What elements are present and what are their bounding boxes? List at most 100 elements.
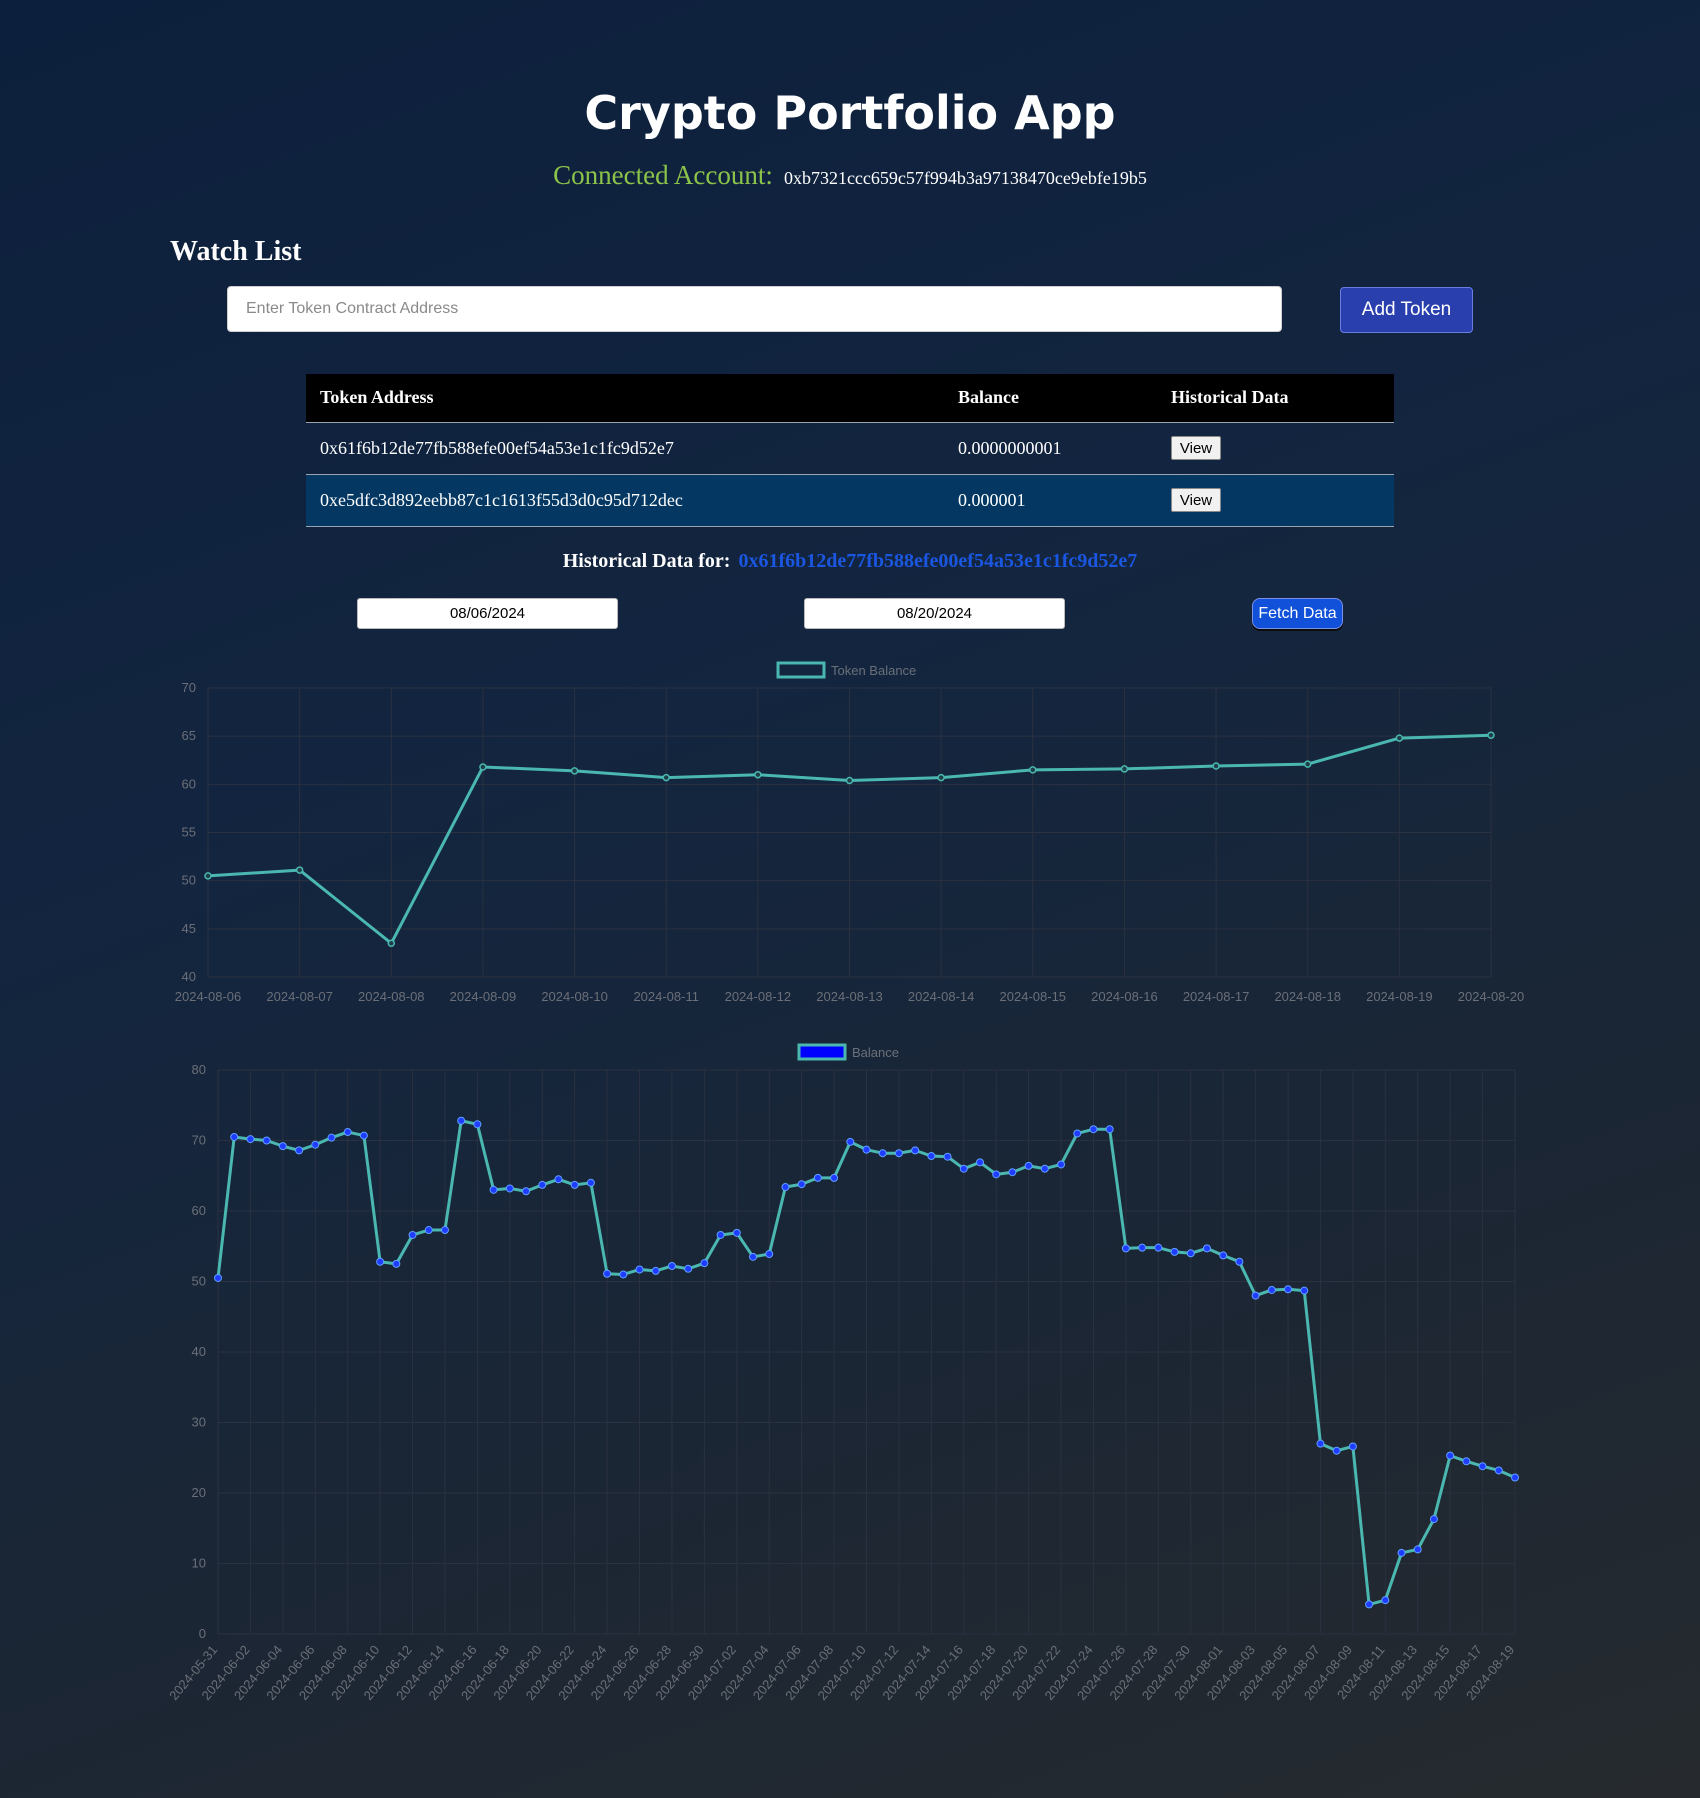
data-point[interactable]	[1381, 1596, 1390, 1605]
data-point[interactable]	[1154, 1243, 1163, 1252]
data-point[interactable]	[473, 1120, 482, 1129]
data-point[interactable]	[781, 1183, 790, 1192]
data-point[interactable]	[927, 1152, 936, 1161]
data-point[interactable]	[1186, 1249, 1195, 1258]
data-point[interactable]	[846, 1137, 855, 1146]
data-point[interactable]	[975, 1158, 984, 1167]
data-point[interactable]	[387, 939, 396, 948]
data-point[interactable]	[1462, 1457, 1471, 1466]
data-point[interactable]	[619, 1270, 628, 1279]
data-point[interactable]	[1251, 1291, 1260, 1300]
data-point[interactable]	[732, 1228, 741, 1237]
data-point[interactable]	[278, 1142, 287, 1151]
legend-swatch[interactable]	[797, 1043, 847, 1061]
data-point[interactable]	[1120, 765, 1129, 773]
data-point[interactable]	[1494, 1466, 1503, 1475]
data-point[interactable]	[1511, 1473, 1519, 1482]
data-point[interactable]	[214, 1273, 222, 1282]
data-point[interactable]	[1413, 1545, 1422, 1554]
data-point[interactable]	[1395, 734, 1404, 742]
data-point[interactable]	[1024, 1161, 1033, 1170]
data-point[interactable]	[1300, 1286, 1309, 1295]
data-point[interactable]	[943, 1152, 952, 1161]
data-point[interactable]	[262, 1136, 271, 1145]
data-point[interactable]	[1348, 1442, 1357, 1451]
data-point[interactable]	[754, 770, 762, 779]
data-point[interactable]	[1284, 1285, 1293, 1294]
data-point[interactable]	[376, 1257, 385, 1266]
data-point[interactable]	[1089, 1125, 1098, 1134]
data-point[interactable]	[489, 1185, 498, 1194]
data-point[interactable]	[684, 1264, 693, 1273]
data-point[interactable]	[359, 1131, 368, 1140]
data-point[interactable]	[1170, 1247, 1179, 1256]
data-point[interactable]	[246, 1135, 255, 1144]
data-point[interactable]	[959, 1164, 968, 1173]
data-point[interactable]	[392, 1259, 401, 1268]
data-point[interactable]	[327, 1133, 336, 1142]
view-button[interactable]: View	[1171, 488, 1221, 512]
data-point[interactable]	[603, 1269, 612, 1278]
data-point[interactable]	[538, 1180, 547, 1189]
legend-swatch[interactable]	[776, 661, 826, 679]
data-point[interactable]	[1121, 1244, 1130, 1253]
data-point[interactable]	[1029, 766, 1037, 774]
data-point[interactable]	[1478, 1462, 1487, 1471]
data-point[interactable]	[230, 1132, 239, 1141]
data-point[interactable]	[878, 1149, 887, 1158]
data-point[interactable]	[765, 1250, 774, 1259]
data-point[interactable]	[1487, 731, 1495, 739]
data-point[interactable]	[1073, 1129, 1082, 1138]
end-date-input[interactable]	[804, 598, 1065, 629]
data-point[interactable]	[570, 1180, 579, 1189]
data-point[interactable]	[716, 1230, 725, 1239]
data-point[interactable]	[797, 1180, 806, 1189]
data-point[interactable]	[479, 763, 487, 771]
data-point[interactable]	[749, 1252, 758, 1261]
data-point[interactable]	[1267, 1285, 1276, 1294]
data-point[interactable]	[1446, 1451, 1455, 1460]
data-point[interactable]	[1316, 1439, 1325, 1448]
data-point[interactable]	[554, 1175, 563, 1184]
data-point[interactable]	[894, 1149, 903, 1158]
data-point[interactable]	[586, 1178, 595, 1187]
data-point[interactable]	[1212, 762, 1220, 770]
data-point[interactable]	[440, 1226, 449, 1235]
token-address-input[interactable]	[227, 286, 1282, 332]
data-point[interactable]	[1105, 1125, 1114, 1134]
data-point[interactable]	[408, 1230, 417, 1239]
data-point[interactable]	[937, 773, 945, 782]
data-point[interactable]	[911, 1146, 920, 1155]
data-point[interactable]	[1202, 1244, 1211, 1253]
data-point[interactable]	[830, 1173, 839, 1182]
data-point[interactable]	[1057, 1160, 1066, 1169]
data-point[interactable]	[992, 1170, 1001, 1179]
data-point[interactable]	[1138, 1243, 1147, 1252]
data-point[interactable]	[1008, 1168, 1017, 1177]
data-point[interactable]	[457, 1116, 466, 1125]
data-point[interactable]	[1332, 1446, 1341, 1455]
data-point[interactable]	[635, 1265, 644, 1274]
data-point[interactable]	[295, 1146, 304, 1155]
fetch-data-button[interactable]: Fetch Data	[1252, 598, 1343, 629]
data-point[interactable]	[1040, 1164, 1049, 1173]
data-point[interactable]	[1303, 760, 1312, 768]
data-point[interactable]	[1219, 1251, 1228, 1260]
data-point[interactable]	[424, 1226, 433, 1235]
data-point[interactable]	[204, 872, 212, 880]
data-point[interactable]	[311, 1140, 320, 1149]
data-point[interactable]	[1397, 1548, 1406, 1557]
data-point[interactable]	[662, 773, 670, 782]
data-point[interactable]	[845, 776, 854, 785]
data-point[interactable]	[1429, 1515, 1438, 1524]
data-point[interactable]	[570, 767, 579, 775]
add-token-button[interactable]: Add Token	[1340, 287, 1473, 333]
data-point[interactable]	[862, 1145, 871, 1154]
data-point[interactable]	[295, 866, 304, 874]
data-point[interactable]	[667, 1261, 676, 1270]
data-point[interactable]	[1365, 1600, 1374, 1609]
data-point[interactable]	[651, 1266, 660, 1275]
data-point[interactable]	[700, 1259, 709, 1268]
view-button[interactable]: View	[1171, 436, 1221, 460]
data-point[interactable]	[343, 1128, 352, 1137]
